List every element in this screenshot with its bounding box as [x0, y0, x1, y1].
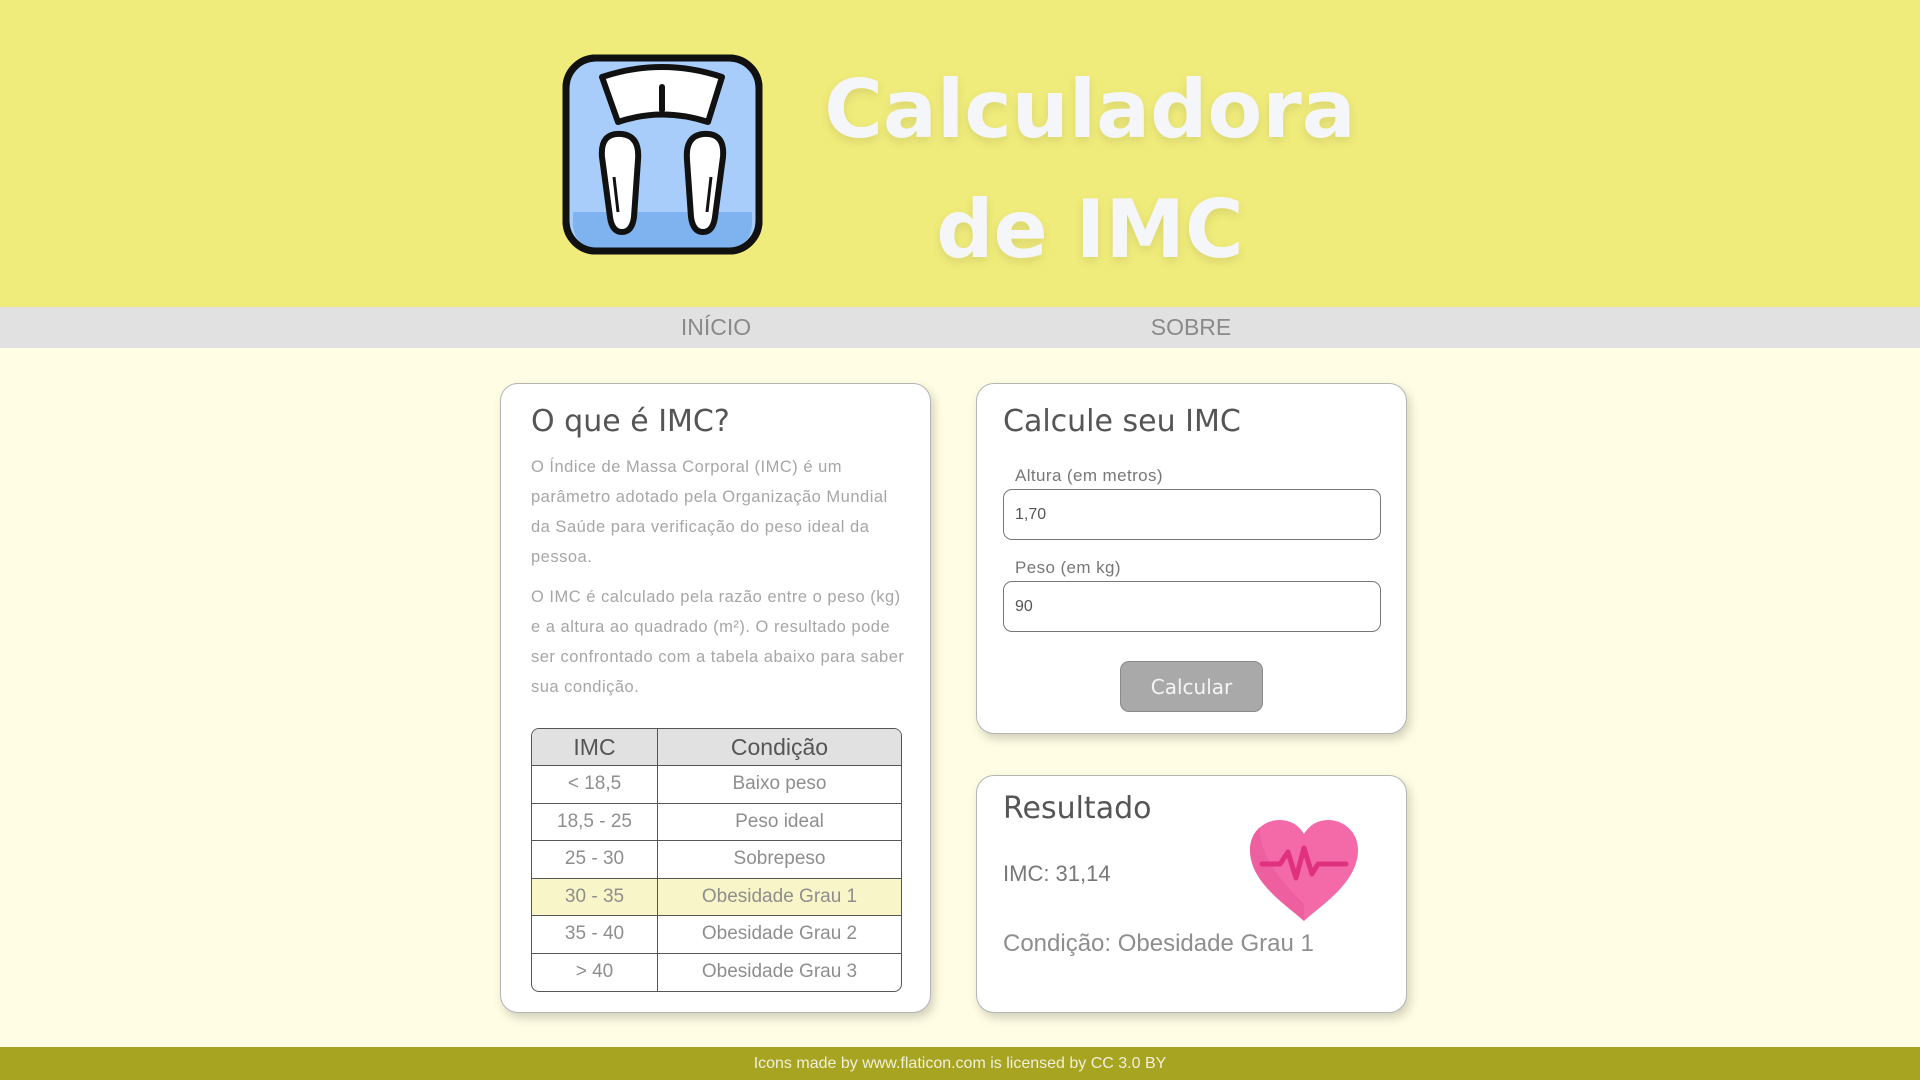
table-cell-imc: < 18,5	[532, 766, 658, 804]
info-paragraph-1: O Índice de Massa Corporal (IMC) é um pa…	[531, 458, 888, 566]
table-cell-condicao: Baixo peso	[658, 766, 901, 804]
table-header-imc: IMC	[532, 729, 658, 766]
page-title: Calculadora de IMC	[780, 50, 1400, 290]
result-heading: Resultado	[1003, 791, 1152, 826]
calc-card: Calcule seu IMC Altura (em metros) Peso …	[976, 383, 1407, 734]
table-cell-condicao: Obesidade Grau 1	[658, 878, 901, 916]
table-cell-condicao: Peso ideal	[658, 804, 901, 841]
table-cell-imc: > 40	[532, 953, 658, 991]
table-row: < 18,5 Baixo peso	[532, 766, 901, 804]
header: Calculadora de IMC	[0, 0, 1920, 307]
info-card: O que é IMC? O Índice de Massa Corporal …	[500, 383, 931, 1013]
scale-icon	[562, 54, 763, 255]
table-row: 18,5 - 25 Peso ideal	[532, 803, 901, 841]
table-cell-condicao: Obesidade Grau 3	[701, 961, 858, 983]
heart-pulse-icon	[1250, 820, 1358, 921]
result-condition: Condição: Obesidade Grau 1	[1003, 930, 1314, 957]
table-row: 35 - 40 Obesidade Grau 2	[532, 916, 901, 954]
nav-bar: INÍCIO SOBRE	[0, 307, 1920, 348]
altura-input[interactable]	[1003, 489, 1381, 540]
table-header-condicao: Condição	[658, 729, 901, 766]
result-card: Resultado IMC: 31,14 Condição: Obesidade…	[976, 775, 1407, 1013]
nav-item-sobre[interactable]: SOBRE	[1091, 314, 1291, 341]
table-cell-condicao: Obesidade Grau 2	[658, 916, 901, 954]
result-imc-value: IMC: 31,14	[1003, 861, 1111, 886]
info-paragraph-2: O IMC é calculado pela razão entre o pes…	[531, 588, 905, 696]
footer-text: Icons made by www.flaticon.com is licens…	[753, 1055, 1167, 1072]
info-heading: O que é IMC?	[531, 404, 730, 439]
calcular-button[interactable]: Calcular	[1120, 661, 1263, 712]
table-cell-condicao: Sobrepeso	[658, 841, 901, 879]
table-row-highlighted: 30 - 35 Obesidade Grau 1	[532, 878, 901, 916]
table-row: 25 - 30 Sobrepeso	[532, 841, 901, 879]
peso-input[interactable]	[1003, 581, 1381, 632]
calc-heading: Calcule seu IMC	[1003, 404, 1241, 439]
peso-label: Peso (em kg)	[1015, 558, 1121, 577]
footer: Icons made by www.flaticon.com is licens…	[0, 1047, 1920, 1080]
title-line-2: de IMC	[936, 183, 1244, 276]
table-header-row: IMC Condição	[532, 729, 901, 766]
table-row: > 40 Obesidade Grau 3	[532, 953, 901, 991]
title-line-1: Calculadora	[824, 63, 1356, 156]
imc-table: IMC Condição < 18,5 Baixo peso 18,5 - 25…	[531, 728, 902, 992]
nav-item-inicio[interactable]: INÍCIO	[616, 314, 816, 341]
table-cell-imc: 35 - 40	[532, 916, 658, 954]
table-cell-imc: 25 - 30	[532, 841, 658, 879]
table-cell-imc: 18,5 - 25	[532, 803, 658, 841]
table-cell-imc: 30 - 35	[532, 878, 658, 916]
altura-label: Altura (em metros)	[1015, 466, 1163, 485]
